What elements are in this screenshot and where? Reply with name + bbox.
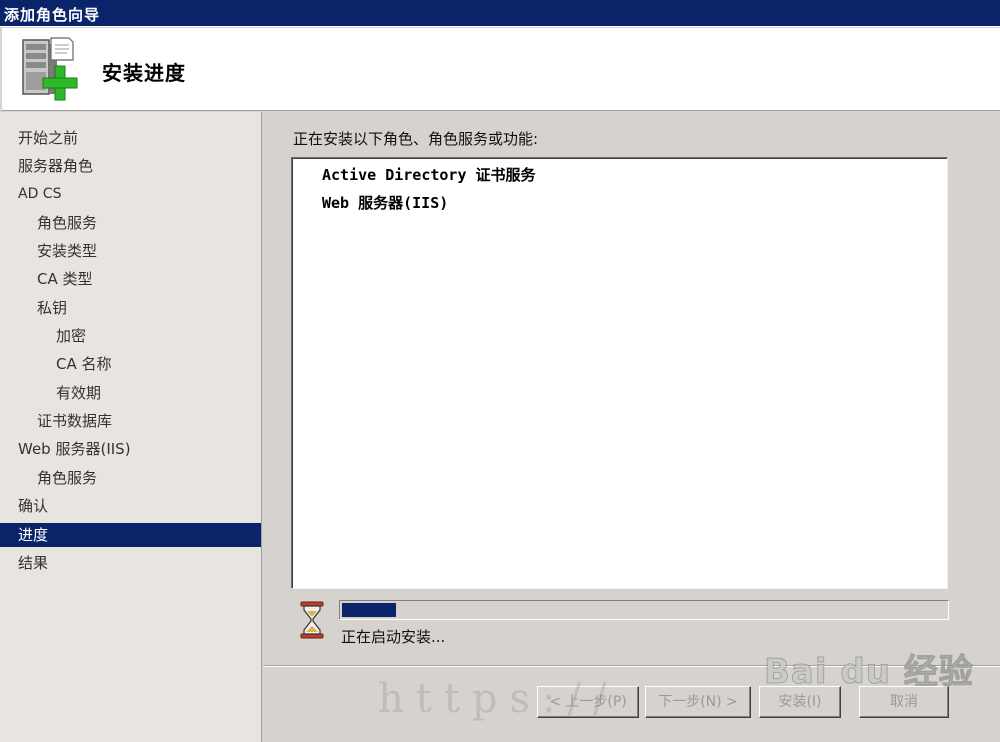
step-web-server-iis[interactable]: Web 服务器(IIS) bbox=[0, 437, 261, 461]
wizard-content: 正在安装以下角色、角色服务或功能: Active Directory 证书服务 … bbox=[263, 112, 1000, 742]
page-title: 安装进度 bbox=[102, 61, 186, 85]
list-item: Active Directory 证书服务 bbox=[322, 166, 536, 184]
hourglass-icon bbox=[300, 601, 324, 639]
progress-fill bbox=[342, 603, 396, 617]
step-validity-period[interactable]: 有效期 bbox=[0, 381, 261, 405]
step-ad-cs[interactable]: AD CS bbox=[0, 182, 261, 206]
window-title: 添加角色向导 bbox=[4, 6, 101, 24]
list-item: Web 服务器(IIS) bbox=[322, 194, 449, 212]
installing-heading: 正在安装以下角色、角色服务或功能: bbox=[293, 130, 539, 148]
footer-divider bbox=[263, 665, 1000, 667]
step-certificate-database[interactable]: 证书数据库 bbox=[0, 409, 261, 433]
step-server-roles[interactable]: 服务器角色 bbox=[0, 154, 261, 178]
install-button[interactable]: 安装(I) bbox=[759, 686, 841, 718]
step-results[interactable]: 结果 bbox=[0, 551, 261, 575]
step-progress[interactable]: 进度 bbox=[0, 523, 261, 547]
progress-status: 正在启动安装... bbox=[341, 628, 446, 646]
title-bar[interactable]: 添加角色向导 bbox=[0, 0, 1000, 27]
step-ca-type[interactable]: CA 类型 bbox=[0, 267, 261, 291]
add-roles-wizard-window: 添加角色向导 安装进度 开始之前 服务器角色 AD CS 角色服务 安装类型 C… bbox=[0, 0, 1000, 742]
wizard-banner: 安装进度 bbox=[2, 28, 1000, 111]
server-add-role-icon bbox=[22, 37, 78, 101]
step-confirmation[interactable]: 确认 bbox=[0, 494, 261, 518]
step-setup-type[interactable]: 安装类型 bbox=[0, 239, 261, 263]
installing-list[interactable]: Active Directory 证书服务 Web 服务器(IIS) bbox=[291, 157, 948, 589]
step-cryptography[interactable]: 加密 bbox=[0, 324, 261, 348]
step-role-services[interactable]: 角色服务 bbox=[0, 211, 261, 235]
back-button[interactable]: < 上一步(P) bbox=[537, 686, 639, 718]
cancel-button[interactable]: 取消 bbox=[859, 686, 949, 718]
step-iis-role-services[interactable]: 角色服务 bbox=[0, 466, 261, 490]
next-button[interactable]: 下一步(N) > bbox=[645, 686, 751, 718]
install-progress-bar bbox=[339, 600, 949, 620]
step-before-you-begin[interactable]: 开始之前 bbox=[0, 126, 261, 150]
step-private-key[interactable]: 私钥 bbox=[0, 296, 261, 320]
step-ca-name[interactable]: CA 名称 bbox=[0, 352, 261, 376]
wizard-step-list: 开始之前 服务器角色 AD CS 角色服务 安装类型 CA 类型 私钥 加密 C… bbox=[0, 112, 262, 742]
